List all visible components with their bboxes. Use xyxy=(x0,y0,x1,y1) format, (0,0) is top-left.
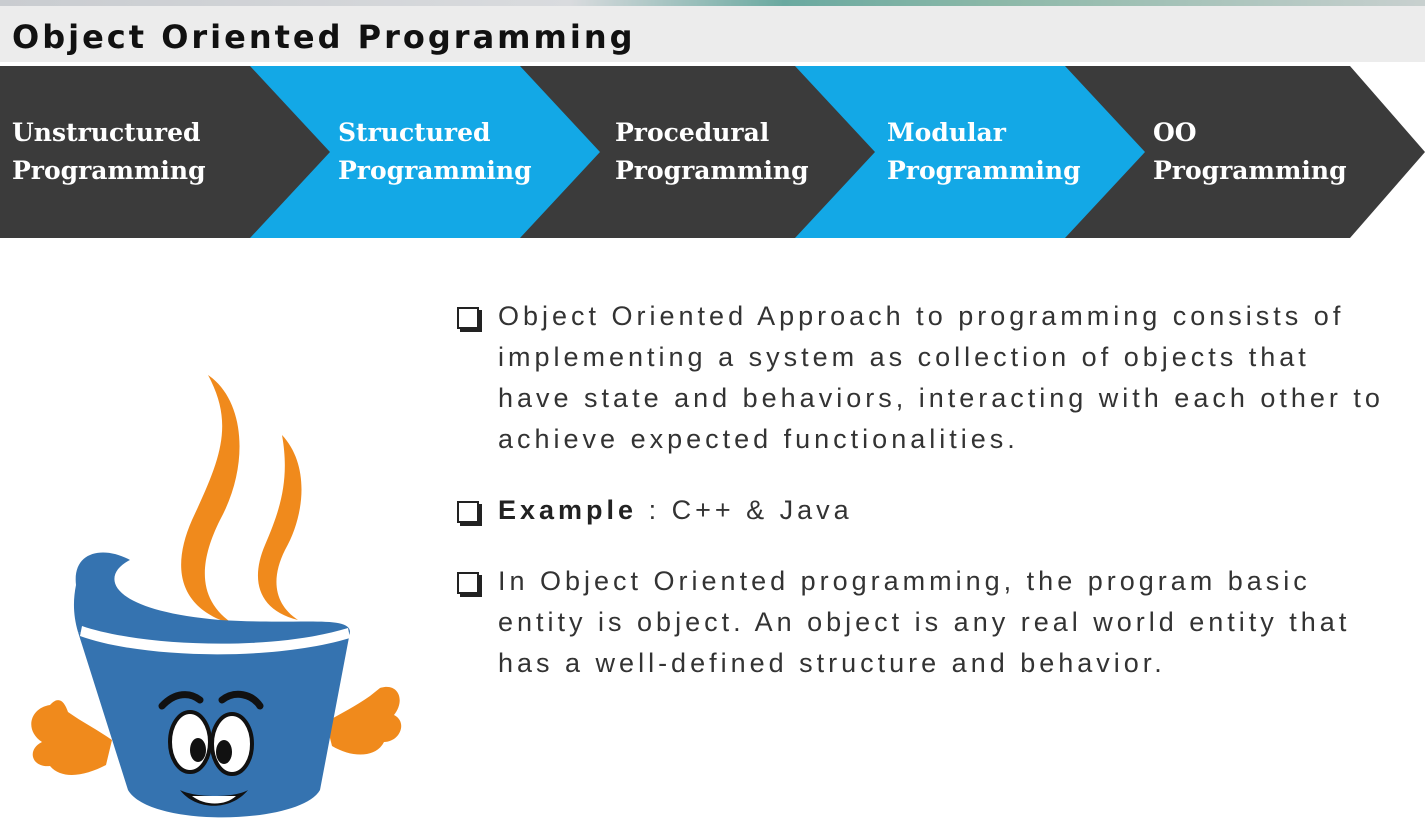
stage-label-line2: Programming xyxy=(887,156,1081,185)
checkbox-bullet-icon xyxy=(457,307,479,329)
stage-label-line2: Programming xyxy=(12,156,206,185)
stage-label-line1: Procedural xyxy=(615,118,770,147)
bullet-text: In Object Oriented programming, the prog… xyxy=(498,566,1351,678)
bullet-example: Example : C++ & Java xyxy=(455,490,1385,531)
stage-label-modular: Modular Programming xyxy=(887,114,1081,190)
bullet-list: Object Oriented Approach to programming … xyxy=(455,296,1385,714)
stage-label-line1: Modular xyxy=(887,118,1006,147)
stage-label-oo: OO Programming xyxy=(1153,114,1347,190)
programming-evolution-arrow-bar: Unstructured Programming Structured Progra… xyxy=(0,66,1425,238)
stage-label-unstructured: Unstructured Programming xyxy=(12,114,206,190)
example-label: Example xyxy=(498,495,638,525)
java-coffee-cup-icon xyxy=(31,375,402,818)
bullet-basic-entity: In Object Oriented programming, the prog… xyxy=(455,561,1385,684)
example-separator: : xyxy=(637,495,672,525)
checkbox-bullet-icon xyxy=(457,572,479,594)
stage-label-line2: Programming xyxy=(338,156,532,185)
stage-label-structured: Structured Programming xyxy=(338,114,532,190)
example-text: C++ & Java xyxy=(671,495,853,525)
slide-title: Object Oriented Programming xyxy=(12,18,636,56)
bullet-oo-approach: Object Oriented Approach to programming … xyxy=(455,296,1385,460)
bullet-text: Object Oriented Approach to programming … xyxy=(498,301,1384,454)
stage-label-line2: Programming xyxy=(1153,156,1347,185)
stage-label-procedural: Procedural Programming xyxy=(615,114,809,190)
checkbox-bullet-icon xyxy=(457,501,479,523)
stage-label-line1: Unstructured xyxy=(12,118,201,147)
title-bar: Object Oriented Programming xyxy=(0,6,1425,62)
stage-label-line2: Programming xyxy=(615,156,809,185)
stage-label-line1: OO xyxy=(1153,118,1197,147)
stage-label-line1: Structured xyxy=(338,118,491,147)
